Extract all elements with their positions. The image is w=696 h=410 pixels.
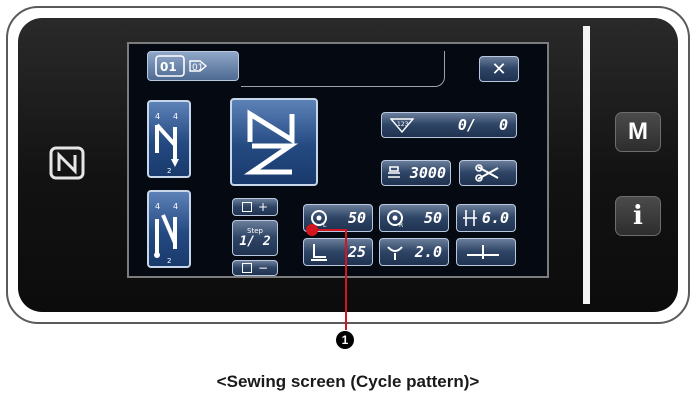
stitch-pitch-button[interactable]: 6.0 — [456, 204, 516, 232]
stitch-pattern-button[interactable] — [230, 98, 318, 186]
tension-left-value: 50 — [347, 209, 366, 227]
presser-lift-icon — [387, 246, 403, 260]
counter-value: 0/ 0 — [457, 116, 508, 134]
close-button[interactable]: ✕ — [479, 56, 519, 82]
device-panel: M i 01 01 ✕ 4 4 2 4 4 2 + Step 1/ 2 − 123 … — [6, 6, 690, 324]
plus-icon: + — [257, 200, 269, 214]
panel-divider — [583, 26, 590, 304]
zigzag-pattern-icon: 4 4 2 — [154, 202, 178, 265]
delete-step-button[interactable]: − — [232, 260, 278, 276]
presser-foot-value: 25 — [347, 243, 366, 261]
callout-number: 1 — [336, 331, 354, 349]
lcd-screen: 01 01 ✕ 4 4 2 4 4 2 + Step 1/ 2 − 123 0/ 0… — [127, 42, 549, 278]
callout-dot — [306, 224, 318, 236]
needle-thread-tension-right-button[interactable]: R 50 — [379, 204, 449, 232]
intermediate-presser-lift-button[interactable]: 2.0 — [379, 238, 449, 266]
tension-right-sub: R — [399, 222, 403, 228]
needle-position-icon — [467, 245, 499, 259]
max-speed-button[interactable]: 3000 — [381, 160, 451, 186]
zigzag-pattern-icon: 4 4 2 — [155, 112, 179, 175]
svg-text:123: 123 — [397, 121, 409, 128]
step-box-icon — [241, 202, 252, 212]
svg-text:4: 4 — [155, 202, 160, 211]
svg-text:2: 2 — [167, 167, 171, 175]
cycle-pattern-icon: 01 01 — [155, 55, 208, 77]
cycle-step2-button[interactable]: 4 4 2 — [147, 190, 191, 268]
nfc-icon — [49, 146, 85, 180]
tension-right-value: 50 — [423, 209, 442, 227]
pattern-right-number: 01 — [192, 63, 203, 73]
thread-trim-button[interactable] — [459, 160, 517, 186]
cycle-step1-button[interactable]: 4 4 2 — [147, 100, 191, 178]
tension-dial-icon: R — [387, 210, 403, 228]
step-button[interactable]: Step 1/ 2 — [232, 220, 278, 256]
zigzag-stitch-icon — [243, 109, 299, 175]
pattern-name-field — [241, 51, 445, 87]
needle-position-button[interactable] — [456, 238, 516, 266]
speed-icon — [388, 166, 400, 178]
stitch-pitch-value: 6.0 — [481, 209, 509, 227]
presser-foot-pressure-button[interactable]: 25 — [303, 238, 373, 266]
svg-text:4: 4 — [155, 112, 160, 121]
add-step-button[interactable]: + — [232, 198, 278, 216]
minus-icon: − — [257, 261, 269, 275]
pitch-icon — [463, 210, 477, 226]
info-button[interactable]: i — [615, 196, 661, 236]
step-value: 1/ 2 — [239, 234, 271, 249]
counter-icon: 123 — [390, 118, 414, 133]
mode-button[interactable]: M — [615, 112, 661, 152]
tension-left-sub: L — [323, 222, 327, 228]
scissors-icon — [475, 164, 499, 182]
svg-text:4: 4 — [173, 112, 178, 121]
counter-button[interactable]: 123 0/ 0 — [381, 112, 517, 138]
callout-line — [345, 230, 347, 330]
presser-lift-value: 2.0 — [414, 243, 442, 261]
svg-text:4: 4 — [173, 202, 178, 211]
figure-caption: <Sewing screen (Cycle pattern)> — [216, 372, 480, 391]
speed-value: 3000 — [409, 164, 446, 182]
step-box-icon — [241, 263, 252, 273]
pattern-left-number: 01 — [160, 60, 177, 74]
svg-text:2: 2 — [167, 257, 171, 265]
presser-foot-icon — [311, 244, 327, 261]
pattern-select-button[interactable]: 01 01 — [147, 51, 239, 81]
